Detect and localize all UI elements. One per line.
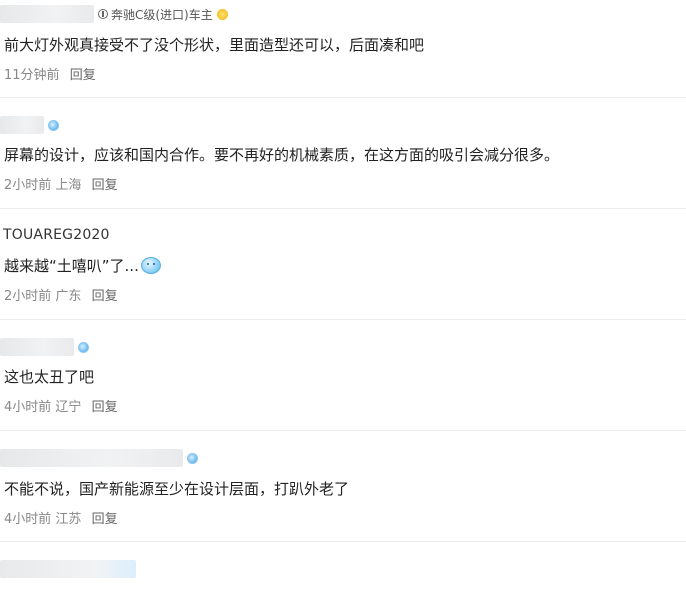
comment-text-body: 越来越“土嘻叭”了... xyxy=(4,257,139,275)
comment-text: 前大灯外观真接受不了没个形状，里面造型还可以，后面凑和吧 xyxy=(4,36,425,54)
comment-meta: 4小时前 江苏 回复 xyxy=(4,508,118,527)
comment-time: 2小时前 xyxy=(4,289,52,304)
comment-time: 11分钟前 xyxy=(4,68,60,83)
comment-meta: 2小时前 上海 回复 xyxy=(4,174,118,193)
car-owner-icon xyxy=(98,9,108,19)
comment-item: 屏幕的设计，应该和国内合作。要不再好的机械素质，在这方面的吸引会减分很多。 2小… xyxy=(0,98,686,209)
user-level-icon xyxy=(48,119,59,131)
username-blurred[interactable] xyxy=(0,449,183,467)
comment-user-row: TOUAREG2020 xyxy=(0,225,110,245)
comment-item: 这也太丑了吧 4小时前 辽宁 回复 xyxy=(0,320,686,431)
user-level-icon xyxy=(78,341,89,353)
comment-user-row-partial xyxy=(0,560,136,580)
comment-text: 越来越“土嘻叭”了... xyxy=(4,255,161,276)
emoji-icon xyxy=(140,257,161,274)
comment-time: 4小时前 xyxy=(4,400,52,415)
reply-button[interactable]: 回复 xyxy=(92,289,118,304)
car-owner-badge[interactable]: 奔驰C级(进口)车主 xyxy=(111,6,213,23)
comment-user-row xyxy=(0,115,59,135)
comment-user-row: 奔驰C级(进口)车主 xyxy=(0,4,228,24)
comment-meta: 11分钟前 回复 xyxy=(4,64,96,83)
username[interactable]: TOUAREG2020 xyxy=(3,227,110,243)
username-blurred[interactable] xyxy=(0,338,74,356)
comment-location: 上海 xyxy=(55,178,82,193)
comment-location: 江苏 xyxy=(55,512,82,527)
medal-icon xyxy=(216,8,228,20)
username-blurred[interactable] xyxy=(0,116,44,134)
reply-button[interactable]: 回复 xyxy=(92,512,118,527)
username-blurred[interactable] xyxy=(0,560,136,578)
comment-user-row xyxy=(0,448,198,468)
comment-text: 这也太丑了吧 xyxy=(4,368,95,386)
reply-button[interactable]: 回复 xyxy=(70,68,96,83)
comment-text: 不能不说，国产新能源至少在设计层面，打趴外老了 xyxy=(4,480,350,498)
reply-button[interactable]: 回复 xyxy=(92,178,118,193)
comment-location: 广东 xyxy=(55,289,82,304)
comment-user-row xyxy=(0,337,89,357)
username-blurred[interactable] xyxy=(0,5,94,23)
comment-item: 不能不说，国产新能源至少在设计层面，打趴外老了 4小时前 江苏 回复 xyxy=(0,431,686,542)
comment-item: 奔驰C级(进口)车主 前大灯外观真接受不了没个形状，里面造型还可以，后面凑和吧 … xyxy=(0,0,686,111)
comment-meta: 4小时前 辽宁 回复 xyxy=(4,396,118,415)
comment-location: 辽宁 xyxy=(55,400,82,415)
comment-time: 2小时前 xyxy=(4,178,52,193)
comment-meta: 2小时前 广东 回复 xyxy=(4,285,118,304)
divider xyxy=(0,541,686,542)
comment-text: 屏幕的设计，应该和国内合作。要不再好的机械素质，在这方面的吸引会减分很多。 xyxy=(4,146,560,164)
comment-time: 4小时前 xyxy=(4,512,52,527)
reply-button[interactable]: 回复 xyxy=(92,400,118,415)
user-level-icon xyxy=(187,452,198,464)
comment-item: TOUAREG2020 越来越“土嘻叭”了... 2小时前 广东 回复 xyxy=(0,209,686,320)
